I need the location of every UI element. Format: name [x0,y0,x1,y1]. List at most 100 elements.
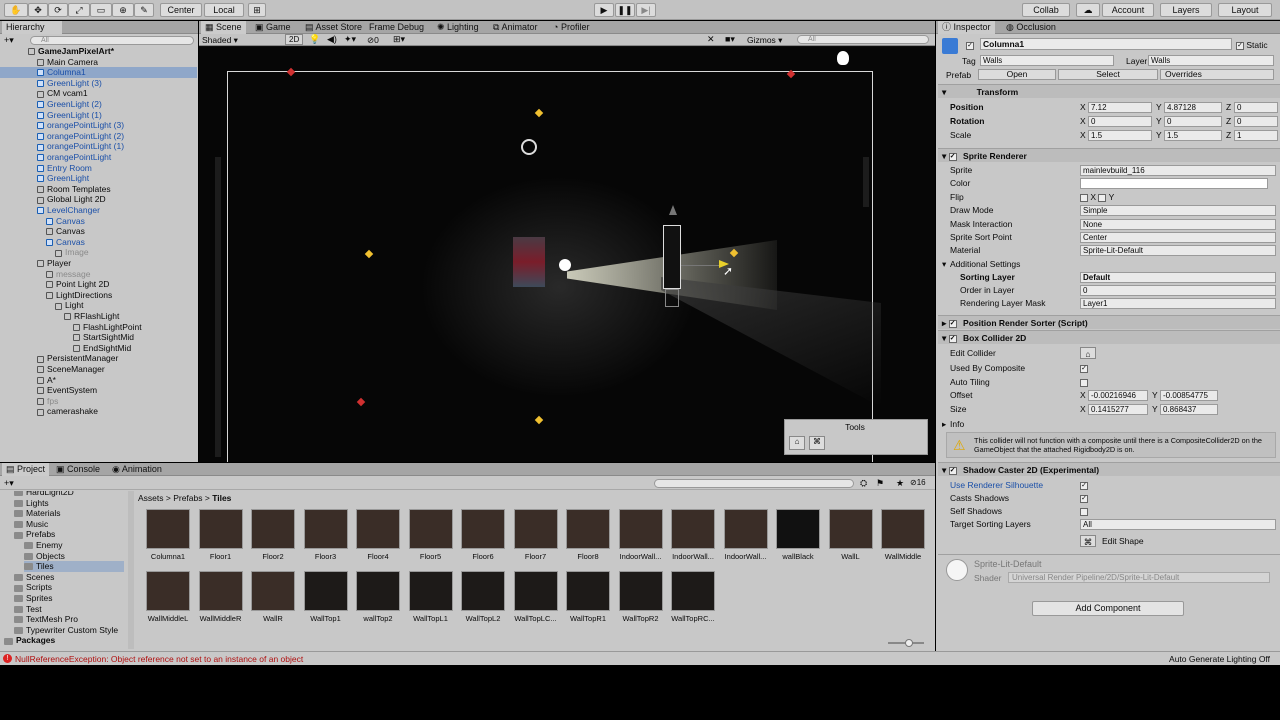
use-renderer-silhouette-checkbox[interactable]: ✓ [1080,481,1088,490]
hierarchy-item[interactable]: fps [0,396,197,407]
rotation-z-field[interactable]: 0 [1234,116,1278,127]
asset-label[interactable]: wallTop2 [350,614,406,623]
asset-label[interactable]: WallTopR2 [613,614,669,623]
sprite-field[interactable]: mainlevbuild_116 [1080,165,1276,176]
hierarchy-item[interactable]: EndSightMid [0,343,197,354]
casts-shadows-checkbox[interactable]: ✓ [1080,494,1088,503]
tab-animator[interactable]: ⧉ Animator [489,21,541,34]
breadcrumb-tiles[interactable]: Tiles [212,493,231,503]
pause-button[interactable]: ❚❚ [615,3,635,17]
asset-thumbnail[interactable] [828,509,873,549]
tab-game[interactable]: ▣ Game [251,21,295,34]
hierarchy-item[interactable]: Columna1 [0,67,197,78]
folder-item[interactable]: Typewriter Custom Style [14,625,118,636]
pivot-local-button[interactable]: Local [204,3,244,17]
move-gizmo-x-axis[interactable] [681,265,721,266]
account-dropdown[interactable]: Account [1102,3,1154,17]
offset-y-field[interactable]: -0.00854775 [1160,390,1218,401]
folder-item[interactable]: Scripts [14,582,52,593]
folder-item[interactable]: Materials [14,508,60,519]
size-y-field[interactable]: 0.868437 [1160,404,1218,415]
position-sorter-header[interactable]: ▸ ✓ Position Render Sorter (Script) [938,315,1280,329]
prefab-open-button[interactable]: Open [978,69,1056,80]
audio-toggle-icon[interactable]: ◀) [327,34,337,45]
asset-thumbnail[interactable] [461,509,505,549]
rotation-y-field[interactable]: 0 [1164,116,1222,127]
global-light-gizmo-icon[interactable] [521,139,537,155]
asset-label[interactable]: IndoorWall... [718,552,774,561]
hierarchy-search-input[interactable]: All [30,36,194,45]
asset-thumbnail[interactable] [303,509,348,549]
rendering-layer-mask-dropdown[interactable]: Layer1 [1080,298,1276,309]
color-swatch[interactable] [1080,178,1268,189]
breadcrumb-prefabs[interactable]: Prefabs [173,493,202,503]
prefab-select-button[interactable]: Select [1058,69,1158,80]
asset-label[interactable]: WallMiddle [875,552,931,561]
draw-mode-dropdown[interactable]: Simple [1080,205,1276,216]
move-gizmo-up-arrow[interactable] [669,205,677,215]
hierarchy-item[interactable]: Player [0,258,197,269]
tools-settings-icon[interactable]: ✕ [707,34,715,45]
asset-thumbnail[interactable] [881,509,925,549]
hierarchy-item[interactable]: GreenLight (2) [0,99,197,110]
hierarchy-item[interactable]: FlashLightPoint [0,322,197,333]
hierarchy-item[interactable]: Main Camera [0,57,197,68]
scene-viewport[interactable]: ➚ Tools ⌂ ⌘ [199,47,935,462]
box-collider-header[interactable]: ▾ ✓ Box Collider 2D [938,330,1280,344]
shader-dropdown[interactable]: Universal Render Pipeline/2D/Sprite-Lit-… [1008,572,1270,583]
scale-z-field[interactable]: 1 [1234,130,1278,141]
prefab-overrides-dropdown[interactable]: Overrides [1160,69,1274,80]
asset-thumbnail[interactable] [671,571,715,611]
asset-thumbnail[interactable] [251,571,295,611]
tab-occlusion[interactable]: ◍ Occlusion [1002,21,1060,34]
asset-thumbnail[interactable] [723,509,768,549]
asset-label[interactable]: Floor2 [245,552,301,561]
asset-thumbnail[interactable] [776,509,820,549]
tab-project[interactable]: ▤ Project [2,463,50,476]
hierarchy-item[interactable]: RFlashLight [0,311,197,322]
hierarchy-item[interactable]: Image [0,247,197,258]
play-button[interactable]: ▶ [594,3,614,17]
position-y-field[interactable]: 4.87128 [1164,102,1222,113]
auto-tiling-checkbox[interactable] [1080,378,1088,387]
rotation-x-field[interactable]: 0 [1088,116,1152,127]
used-by-composite-checkbox[interactable]: ✓ [1080,364,1088,373]
additional-settings-row[interactable]: ▾ Additional Settings [938,258,1280,271]
asset-label[interactable]: Floor5 [403,552,459,561]
step-button[interactable]: ▶| [636,3,656,17]
folder-item[interactable]: Test [14,604,42,615]
edit-shape-button-icon[interactable]: ⌘ [1080,535,1096,547]
snap-icon[interactable]: ⊞ [248,3,266,17]
info-row[interactable]: ▸ Info [938,418,1280,431]
hierarchy-item[interactable]: CM vcam1 [0,88,197,99]
asset-label[interactable]: WallL [823,552,879,561]
cloud-icon[interactable]: ☁ [1076,3,1100,17]
create-asset-icon[interactable]: +▾ [4,478,14,489]
asset-label[interactable]: Floor8 [560,552,616,561]
folder-tree-scrollbar[interactable] [128,491,134,649]
asset-label[interactable]: wallBlack [770,552,826,561]
transform-tool-icon[interactable]: ⊕ [112,3,134,17]
layer-dropdown[interactable]: Walls [1148,55,1274,66]
asset-thumbnail[interactable] [566,571,610,611]
asset-label[interactable]: WallTopL2 [455,614,511,623]
tab-animation[interactable]: ◉ Animation [108,463,166,476]
tab-console[interactable]: ▣ Console [52,463,104,476]
folder-item[interactable]: HardLight2D [14,491,74,498]
scene-search-input[interactable]: All [797,35,929,44]
hierarchy-item[interactable]: GreenLight (3) [0,78,197,89]
lighting-toggle-icon[interactable]: 💡 [309,34,320,45]
order-in-layer-field[interactable]: 0 [1080,285,1276,296]
static-checkbox[interactable]: ✓ Static [1236,40,1268,50]
folder-item[interactable]: Objects [24,551,65,562]
asset-thumbnail[interactable] [146,571,190,611]
edit-collider-tool-icon[interactable]: ⌂ [789,436,805,450]
asset-label[interactable]: IndoorWall... [665,552,721,561]
folder-item[interactable]: Sprites [14,593,52,604]
asset-thumbnail[interactable] [408,571,453,611]
custom-tool-icon[interactable]: ✎ [134,3,154,17]
sorting-layer-dropdown[interactable]: Default [1080,272,1276,283]
breadcrumb-assets[interactable]: Assets [138,493,164,503]
hierarchy-item[interactable]: orangePointLight (1) [0,141,197,152]
material-field[interactable]: Sprite-Lit-Default [1080,245,1276,256]
